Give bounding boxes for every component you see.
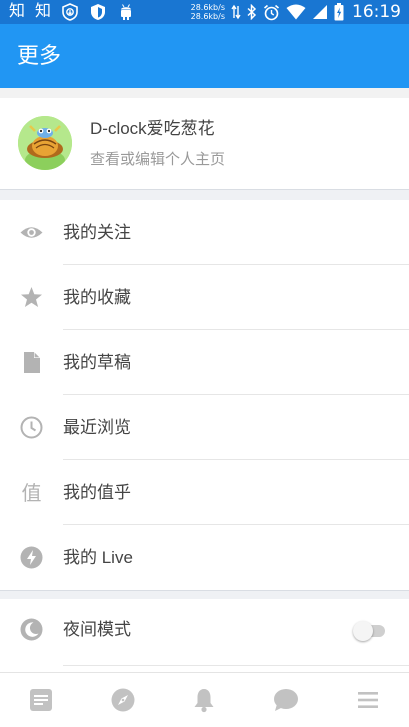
menu-icon bbox=[358, 692, 379, 708]
network-speed-up: 28.6kb/s bbox=[190, 3, 225, 12]
menu-item-live[interactable]: 我的 Live bbox=[0, 525, 409, 590]
tab-home[interactable] bbox=[11, 675, 71, 725]
night-mode-toggle[interactable] bbox=[353, 621, 387, 641]
menu-item-zhihu[interactable]: 值 我的值乎 bbox=[0, 460, 409, 525]
signal-icon bbox=[313, 5, 327, 19]
profile-card[interactable]: D-clock爱吃葱花 查看或编辑个人主页 bbox=[0, 98, 409, 189]
status-bar-right: 28.6kb/s 28.6kb/s 16:19 bbox=[191, 0, 401, 24]
tab-messages[interactable] bbox=[256, 675, 316, 725]
status-bar-left: 知 知 bbox=[9, 3, 145, 21]
menu-item-label: 我的 Live bbox=[63, 548, 133, 567]
menu-group-main: 我的关注 我的收藏 我的草稿 最近浏览 值 我的值乎 我的 Live bbox=[0, 200, 409, 590]
avatar[interactable] bbox=[18, 116, 72, 170]
shield-icon bbox=[91, 4, 106, 20]
status-bar: 知 知 28.6kb/s 28.6kb/s 16:19 bbox=[0, 0, 409, 24]
zhihu-notification-icon: 知 bbox=[9, 3, 26, 20]
menu-item-history[interactable]: 最近浏览 bbox=[0, 395, 409, 460]
alarm-icon bbox=[263, 4, 280, 20]
menu-group-settings: 夜间模式 bbox=[0, 599, 409, 666]
avatar-cartoon-image bbox=[18, 116, 72, 170]
menu-item-favorites[interactable]: 我的收藏 bbox=[0, 265, 409, 330]
clock-icon bbox=[20, 416, 43, 439]
tab-discover[interactable] bbox=[93, 675, 153, 725]
zhihu-notification-icon-2: 知 bbox=[35, 3, 52, 20]
profile-subtitle: 查看或编辑个人主页 bbox=[90, 151, 226, 168]
home-feed-icon bbox=[29, 689, 52, 711]
tab-notifications[interactable] bbox=[174, 675, 234, 725]
zhi-icon: 值 bbox=[22, 481, 42, 505]
page-title: 更多 bbox=[17, 43, 62, 68]
bluetooth-icon bbox=[247, 4, 257, 20]
status-clock: 16:19 bbox=[352, 2, 401, 22]
profile-name: D-clock爱吃葱花 bbox=[90, 119, 215, 138]
data-transfer-icon bbox=[231, 4, 241, 20]
star-icon bbox=[21, 287, 42, 307]
menu-item-label: 我的收藏 bbox=[63, 288, 131, 307]
menu-item-label: 最近浏览 bbox=[63, 418, 131, 437]
bell-icon bbox=[194, 689, 214, 713]
shield-download-icon bbox=[62, 3, 78, 21]
row-divider bbox=[63, 665, 409, 666]
android-icon bbox=[121, 4, 132, 20]
top-spacer bbox=[0, 88, 409, 98]
menu-item-night-mode[interactable]: 夜间模式 bbox=[0, 599, 409, 666]
network-speed-down: 28.6kb/s bbox=[190, 12, 225, 21]
menu-item-label: 我的值乎 bbox=[63, 483, 131, 502]
moon-icon bbox=[20, 618, 43, 641]
menu-item-label: 夜间模式 bbox=[63, 620, 131, 639]
eye-icon bbox=[20, 227, 43, 238]
zhi-icon-glyph: 值 bbox=[22, 481, 42, 505]
toggle-knob bbox=[353, 621, 373, 641]
lightning-icon bbox=[20, 546, 43, 569]
bottom-navigation bbox=[0, 672, 409, 727]
wifi-icon bbox=[286, 4, 306, 20]
chat-bubble-icon bbox=[274, 689, 299, 711]
compass-icon bbox=[111, 688, 135, 712]
menu-item-label: 我的草稿 bbox=[63, 353, 131, 372]
network-speed: 28.6kb/s 28.6kb/s bbox=[191, 3, 225, 21]
tab-more[interactable] bbox=[338, 675, 398, 725]
menu-item-drafts[interactable]: 我的草稿 bbox=[0, 330, 409, 395]
menu-item-following[interactable]: 我的关注 bbox=[0, 200, 409, 265]
battery-icon bbox=[334, 3, 344, 21]
app-bar: 更多 bbox=[0, 24, 409, 88]
menu-item-label: 我的关注 bbox=[63, 223, 131, 242]
file-icon bbox=[24, 352, 40, 373]
